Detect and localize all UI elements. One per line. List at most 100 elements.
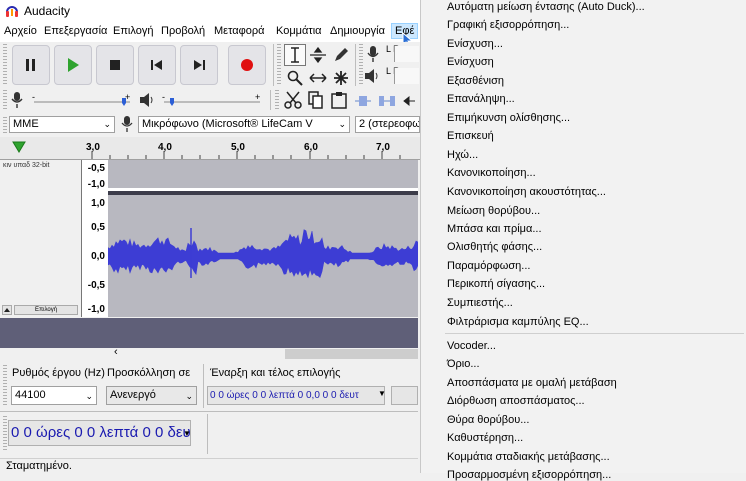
recording-volume-slider[interactable]: - + — [32, 94, 132, 106]
snap-to-label: Προσκόλληση σε — [107, 367, 191, 379]
menu-item-vocoder[interactable]: Vocoder... — [447, 340, 496, 352]
zoom-tool-button[interactable] — [284, 67, 306, 89]
selection-mode-dropdown[interactable] — [360, 364, 386, 380]
time-format-arrow-icon[interactable]: ▼ — [378, 389, 386, 398]
time-shift-tool-button[interactable] — [307, 67, 329, 89]
menu-item-auto-duck[interactable]: Αυτόματη μείωση έντασης (Auto Duck)... — [447, 1, 645, 13]
timeline-ruler[interactable]: 3,0 4,0 5,0 6,0 7,0 — [0, 137, 420, 160]
scale-label: -1,0 — [87, 179, 105, 190]
collapse-track-button[interactable] — [2, 305, 12, 315]
audio-host-select[interactable]: MME ⌄ — [9, 116, 115, 133]
toolbar-grip[interactable] — [3, 365, 7, 405]
recording-device-value: Μικρόφωνο (Microsoft® LifeCam V — [142, 118, 313, 130]
menu-item-repeat[interactable]: Επανάληψη... — [447, 93, 515, 105]
toolbar-grip[interactable] — [3, 44, 7, 86]
menu-select[interactable]: Επιλογή — [113, 25, 153, 37]
clipboard-icon — [331, 91, 347, 109]
menu-item-graphic-eq[interactable]: Γραφική εξισορρόπηση... — [447, 19, 569, 31]
menu-item-clip-fix[interactable]: Διόρθωση αποσπάσματος... — [447, 395, 585, 407]
horizontal-scrollbar[interactable]: ‹ — [0, 346, 418, 360]
stop-button[interactable] — [96, 45, 134, 85]
menu-item-echo[interactable]: Ηχώ... — [447, 149, 478, 161]
menu-item-amplify-dialog[interactable]: Ενίσχυση... — [447, 38, 503, 50]
playback-volume-slider[interactable]: - + — [162, 94, 262, 106]
menu-item-bass-treble[interactable]: Μπάσα και πρίμα... — [447, 223, 542, 235]
scrollbar-track[interactable] — [125, 350, 285, 358]
selection-tool-button[interactable] — [284, 44, 306, 66]
menu-item-truncate-silence[interactable]: Περικοπή σίγασης... — [447, 278, 545, 290]
menu-item-loudness-normalization[interactable]: Κανονικοποίηση ακουστότητας... — [447, 186, 606, 198]
multi-tool-button[interactable] — [330, 67, 352, 89]
menu-generate[interactable]: Δημιουργία — [330, 25, 385, 37]
record-button[interactable] — [228, 45, 266, 85]
menu-item-fade-out[interactable]: Εξασθένιση — [447, 75, 504, 87]
skip-to-end-button[interactable] — [180, 45, 218, 85]
recording-device-select[interactable]: Μικρόφωνο (Microsoft® LifeCam V ⌄ — [138, 116, 350, 133]
paste-button[interactable] — [331, 91, 347, 109]
snap-to-select[interactable]: Ανενεργό ⌄ — [106, 386, 197, 405]
chevron-down-icon: ⌄ — [103, 119, 111, 129]
undo-icon — [402, 95, 416, 107]
menu-item-noise-gate[interactable]: Θύρα θορύβου... — [447, 414, 529, 426]
menu-item-distortion[interactable]: Παραμόρφωση... — [447, 260, 530, 272]
status-bar: Σταματημένο. — [0, 458, 418, 474]
menu-view[interactable]: Προβολή — [161, 25, 205, 37]
menu-item-filter-curve-eq[interactable]: Φιλτράρισμα καμπύλης EQ... — [447, 316, 589, 328]
toolbar-grip[interactable] — [3, 117, 7, 133]
channels-select[interactable]: 2 (στερεοφων — [355, 116, 420, 133]
selection-end-time[interactable] — [391, 386, 418, 405]
chevron-down-icon: ⌄ — [85, 391, 93, 401]
record-meter[interactable] — [394, 46, 419, 62]
pause-icon — [25, 59, 37, 71]
menu-item-limiter[interactable]: Όριο... — [447, 358, 480, 370]
menu-item-phaser[interactable]: Ολισθητής φάσης... — [447, 241, 542, 253]
waveform-canvas[interactable] — [108, 160, 418, 317]
menu-item-crossfade-clips[interactable]: Αποσπάσματα με ομαλή μετάβαση — [447, 377, 617, 389]
copy-button[interactable] — [308, 91, 324, 109]
draw-tool-button[interactable] — [330, 44, 352, 66]
play-button[interactable] — [54, 45, 92, 85]
menu-item-repair[interactable]: Επισκευή — [447, 130, 494, 142]
pause-button[interactable] — [12, 45, 50, 85]
toolbar-grip[interactable] — [275, 90, 279, 110]
toolbar-grip[interactable] — [3, 90, 7, 110]
track-background — [0, 318, 418, 348]
menu-file[interactable]: Αρχείο — [4, 25, 37, 37]
menu-item-compressor[interactable]: Συμπιεστής... — [447, 297, 513, 309]
menu-item-delay[interactable]: Καθυστέρηση... — [447, 432, 523, 444]
menu-item-adjustable-eq[interactable]: Προσαρμοσμένη εξισορρόπηση... — [447, 469, 611, 481]
envelope-tool-button[interactable] — [307, 44, 329, 66]
toolbar-grip[interactable] — [277, 44, 281, 86]
menu-item-amplify[interactable]: Ενίσχυση — [447, 56, 494, 68]
undo-button[interactable] — [402, 95, 416, 107]
microphone-icon[interactable] — [366, 45, 380, 63]
time-format-arrow-icon[interactable]: ▼ — [183, 429, 191, 438]
scissors-icon — [284, 91, 302, 109]
selection-start-time[interactable]: 0 0 ώρες 0 0 λεπτά 0 0,0 0 0 δευτ — [207, 386, 385, 405]
menu-transport[interactable]: Μεταφορά — [214, 25, 264, 37]
project-rate-select[interactable]: 44100 ⌄ — [11, 386, 97, 405]
silence-audio-button[interactable] — [378, 95, 396, 107]
menu-bar: Αρχείο Επεξεργασία Επιλογή Προβολή Μεταφ… — [0, 22, 420, 48]
scroll-left-icon[interactable]: ‹ — [114, 346, 118, 358]
menu-item-sliding-stretch[interactable]: Επιμήκυνση ολίσθησης... — [447, 112, 570, 124]
menu-edit[interactable]: Επεξεργασία — [44, 25, 107, 37]
play-meter[interactable] — [394, 68, 419, 84]
audio-position-display[interactable]: 0 0 ώρες 0 0 λεπτά 0 0 δευτ — [8, 420, 191, 446]
cut-button[interactable] — [284, 91, 302, 109]
menu-tracks[interactable]: Κομμάτια — [276, 25, 322, 37]
menu-item-noise-reduction[interactable]: Μείωση θορύβου... — [447, 205, 540, 217]
toolbar-grip[interactable] — [3, 416, 7, 450]
ruler-tick-label: 6,0 — [304, 142, 318, 153]
toolbar-grip[interactable] — [359, 44, 363, 86]
menu-item-crossfade-tracks[interactable]: Κομμάτια σταδιακής μετάβασης... — [447, 451, 610, 463]
waveform-area[interactable] — [108, 160, 418, 317]
track-control-panel: κιν υπαδ 32-bit Επιλογή — [0, 160, 82, 317]
scrollbar-thumb[interactable] — [285, 349, 418, 359]
track-select-button[interactable]: Επιλογή — [14, 305, 78, 315]
skip-to-start-button[interactable] — [138, 45, 176, 85]
trim-audio-button[interactable] — [354, 95, 372, 107]
speaker-icon[interactable] — [364, 68, 380, 84]
channels-value: 2 (στερεοφων — [359, 118, 420, 130]
menu-item-normalize[interactable]: Κανονικοποίηση... — [447, 167, 536, 179]
